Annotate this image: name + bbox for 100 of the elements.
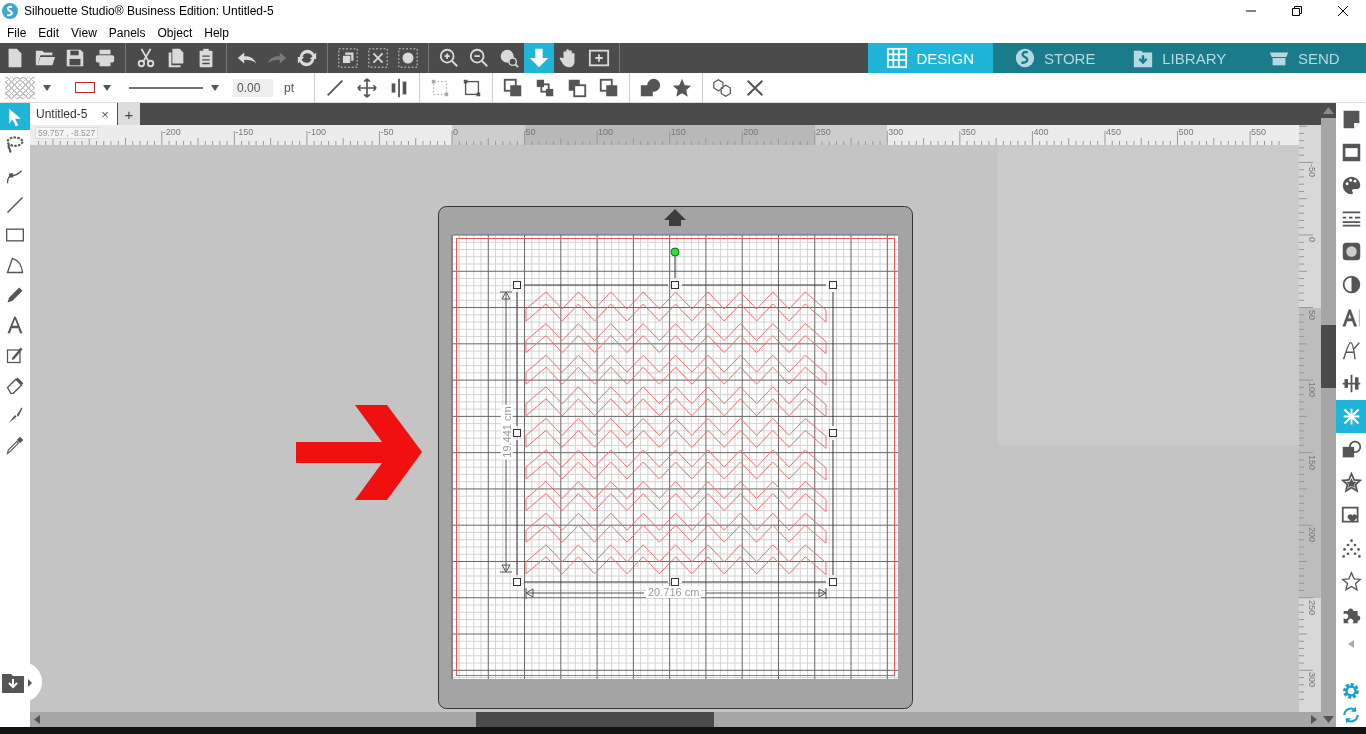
line-color-dropdown[interactable]	[75, 82, 95, 93]
zoom-in-icon	[438, 47, 460, 69]
palette-icon	[1340, 175, 1362, 196]
cursor-position: 59.757 , -8.527	[35, 127, 99, 139]
ruler-label: -150	[235, 127, 254, 137]
line-style-dropdown[interactable]	[129, 85, 203, 90]
line-width-field[interactable]: 0.00	[233, 78, 273, 97]
vertical-scrollbar[interactable]	[1321, 103, 1336, 727]
ruler-label: 100	[598, 127, 614, 137]
image-trace-icon	[1340, 142, 1362, 163]
refresh-icon	[296, 47, 318, 69]
settings-icon[interactable]	[1341, 681, 1361, 701]
line-icon	[5, 195, 25, 215]
resize-handle[interactable]	[513, 281, 521, 289]
rotate-handle[interactable]	[670, 247, 680, 257]
ruler-label: 450	[1105, 127, 1121, 137]
ruler-label: 100	[1307, 382, 1317, 398]
star-outline-icon	[1340, 571, 1362, 592]
menu-item[interactable]: Edit	[32, 25, 66, 40]
ruler-label: 150	[670, 127, 686, 137]
pencil-icon	[5, 285, 25, 305]
unit-label: pt	[284, 80, 294, 95]
scroll-thumb[interactable]	[476, 712, 714, 727]
move-icon	[356, 76, 378, 99]
ruler-label: 50	[1307, 309, 1317, 320]
shapes-icon	[1340, 439, 1362, 460]
ruler-label: 350	[960, 127, 976, 137]
menu-item[interactable]: File	[1, 25, 33, 40]
resize-handle[interactable]	[829, 281, 837, 289]
scroll-up-icon[interactable]	[1321, 103, 1336, 118]
heart-card-icon	[1340, 505, 1362, 526]
ruler-label: -100	[307, 127, 326, 137]
horizontal-scrollbar[interactable]	[30, 712, 1321, 727]
align-panel-icon	[1340, 373, 1362, 394]
text-icon	[5, 315, 25, 335]
group-icon	[337, 47, 359, 69]
resize-handle[interactable]	[829, 578, 837, 586]
ruler-label: 250	[1307, 599, 1317, 615]
ruler-label: 250	[815, 127, 831, 137]
width-dimension-label: 20.716 cm	[646, 586, 702, 598]
new-tab-button[interactable]: +	[117, 103, 140, 125]
menu-item[interactable]: View	[65, 25, 103, 40]
ruler-label: 50	[525, 127, 536, 137]
fit-page-icon	[588, 47, 610, 69]
ruler-label: -50	[1307, 164, 1317, 178]
window-title: Silhouette Studio® Business Edition: Untitled-5	[24, 4, 274, 18]
folder-download-icon	[2, 671, 32, 693]
contrast-icon	[1340, 274, 1362, 295]
ruler-label: 550	[1251, 127, 1267, 137]
arrow-down-icon	[528, 47, 550, 69]
cubes-icon	[712, 76, 734, 99]
scissors-icon	[135, 47, 157, 69]
ruler-label: 0	[1307, 237, 1317, 242]
tab-label: Untitled-5	[36, 107, 88, 121]
mat-direction-arrow-icon	[664, 209, 686, 226]
grid-icon	[886, 47, 909, 69]
ruler-label: 400	[1033, 127, 1049, 137]
resize-handle[interactable]	[829, 429, 837, 437]
eyedropper-icon	[5, 435, 25, 455]
deselect-icon	[367, 47, 389, 69]
sync-icon[interactable]	[1341, 705, 1361, 725]
save-icon	[64, 47, 86, 69]
printer-icon	[94, 47, 116, 69]
menu-item[interactable]: Help	[198, 25, 235, 40]
eraser-icon	[5, 375, 25, 395]
restore-icon	[1292, 6, 1302, 16]
close-icon	[1338, 6, 1348, 16]
resize-handle[interactable]	[513, 429, 521, 437]
caret-icon[interactable]	[211, 84, 219, 91]
zoom-out-icon	[468, 47, 490, 69]
menu-item[interactable]: Panels	[102, 25, 152, 40]
ruler-label: 300	[1307, 672, 1317, 688]
star-outline-bold-icon	[1340, 472, 1362, 493]
document-tab[interactable]: Untitled-5 ×	[30, 103, 117, 125]
text-path-icon	[1340, 340, 1362, 361]
height-dimension-label: 19.441 cm	[500, 404, 513, 460]
ruler-label: 150	[1307, 454, 1317, 470]
ruler-label: 0	[453, 127, 458, 137]
bring-to-front-icon	[502, 76, 524, 99]
ruler-label: 500	[1178, 127, 1194, 137]
weld-icon	[639, 76, 661, 99]
scroll-thumb[interactable]	[1321, 325, 1336, 388]
resize-handle[interactable]	[513, 578, 521, 586]
caret-icon[interactable]	[43, 84, 51, 91]
dots-icon	[1340, 538, 1362, 559]
caret-icon[interactable]	[103, 84, 111, 91]
tab-close-button[interactable]: ×	[101, 106, 109, 122]
swirl-logo-icon	[1014, 47, 1037, 69]
polygon-icon	[5, 255, 25, 275]
fill-pattern-icon	[1340, 241, 1362, 262]
ruler-label: -200	[162, 127, 181, 137]
ruler-label: 200	[743, 127, 759, 137]
menu-item[interactable]: Object	[151, 25, 199, 40]
resize-handle[interactable]	[671, 578, 679, 586]
send-backward-icon	[598, 76, 620, 99]
text-style-icon	[1340, 307, 1362, 328]
sketch-icon	[5, 345, 25, 365]
resize-handle[interactable]	[671, 281, 679, 289]
ruler-label: 300	[888, 127, 904, 137]
lasso-icon	[5, 135, 25, 155]
